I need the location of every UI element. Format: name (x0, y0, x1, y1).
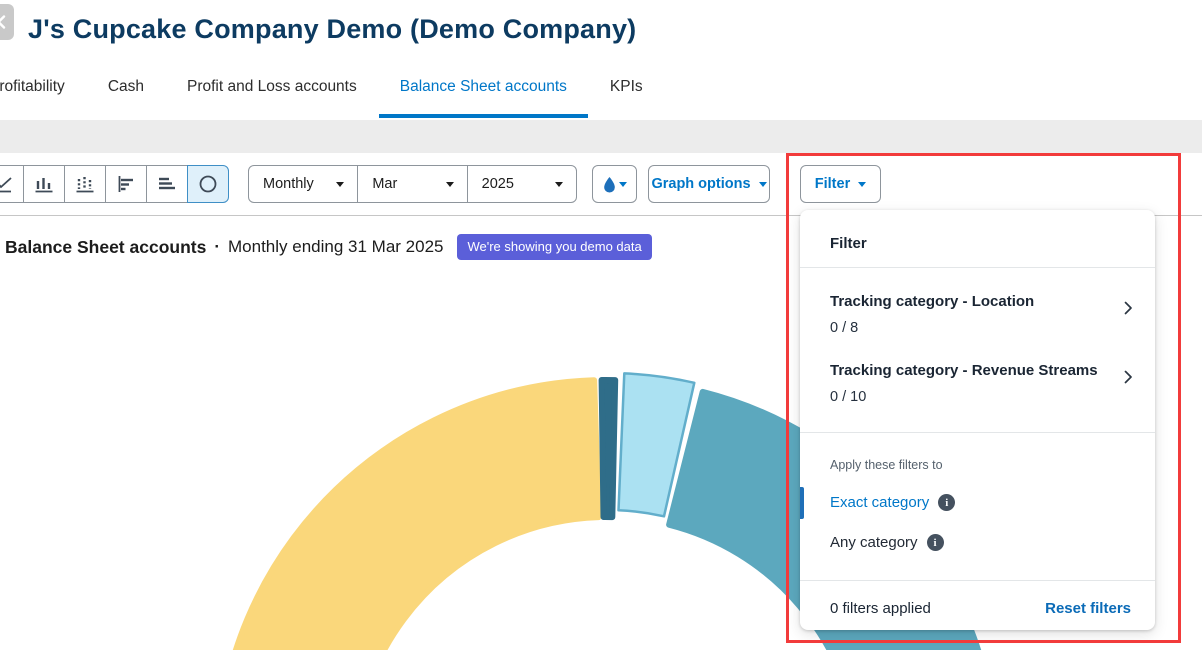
any-category-option[interactable]: Any category i (830, 534, 944, 551)
chart-heading: Balance Sheet accounts · Monthly ending … (5, 234, 652, 260)
divider (800, 432, 1155, 433)
chevron-right-icon (1119, 368, 1137, 386)
donut-segment-yellow[interactable] (217, 380, 599, 650)
apply-filters-label: Apply these filters to (830, 458, 943, 472)
selected-option-indicator (800, 487, 804, 519)
info-icon[interactable]: i (938, 494, 955, 511)
divider (800, 580, 1155, 581)
chevron-right-icon (1119, 299, 1137, 317)
info-icon[interactable]: i (927, 534, 944, 551)
divider (800, 267, 1155, 268)
reset-filters-link[interactable]: Reset filters (1045, 600, 1131, 617)
filter-panel: Filter Tracking category - Location 0 / … (800, 210, 1155, 630)
filter-panel-title: Filter (830, 235, 867, 252)
filters-applied-count: 0 filters applied (830, 600, 931, 617)
filter-category-location[interactable]: Tracking category - Location 0 / 8 (800, 293, 1155, 353)
filter-category-revenue-streams[interactable]: Tracking category - Revenue Streams 0 / … (800, 362, 1155, 422)
exact-category-option[interactable]: Exact category i (830, 494, 955, 511)
app-window: J's Cupcake Company Demo (Demo Company) … (0, 0, 1202, 650)
chart-subtitle: Monthly ending 31 Mar 2025 (228, 237, 443, 257)
donut-segment-dark-teal-sliver[interactable] (602, 380, 616, 517)
heading-separator: · (214, 237, 220, 257)
demo-data-badge: We're showing you demo data (457, 234, 651, 260)
chart-title: Balance Sheet accounts (5, 237, 206, 258)
